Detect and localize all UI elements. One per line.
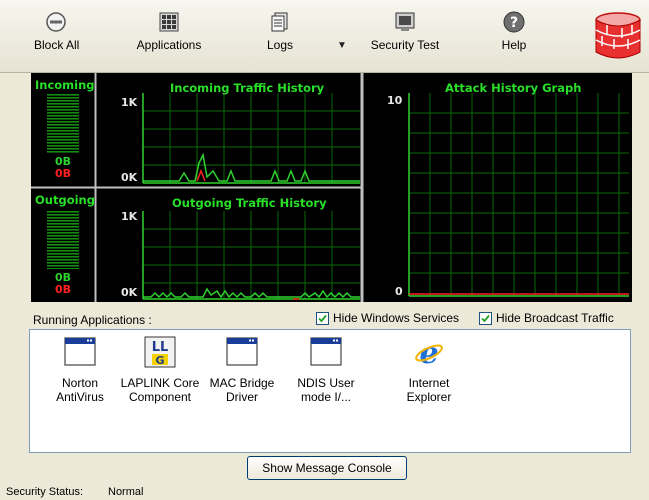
checkbox-checked-icon[interactable] (316, 311, 329, 325)
block-all-icon (46, 12, 66, 32)
svg-text:?: ? (510, 15, 518, 31)
app-name-line1: NDIS User (297, 376, 355, 390)
show-message-console-button[interactable]: Show Message Console (247, 456, 407, 480)
security-test-button[interactable]: Security Test (365, 10, 445, 66)
hide-windows-services-label: Hide Windows Services (333, 311, 460, 325)
app-item-internet-explorer[interactable]: e Internet Explorer (389, 336, 469, 404)
running-applications-label: Running Applications : (33, 313, 152, 327)
incoming-meter-bars (47, 93, 79, 153)
laplink-icon: LL G (144, 336, 176, 368)
security-status-label: Security Status: (6, 486, 84, 498)
help-icon: ? (503, 11, 525, 33)
app-name-line2: Driver (226, 390, 258, 404)
applications-icon (159, 12, 179, 32)
app-name-line1: Internet (408, 376, 450, 390)
traffic-monitor-panel: Incoming 0B 0B Outgoing 0B 0B Incoming T… (31, 73, 632, 302)
logs-icon (271, 12, 288, 32)
outgoing-graph-title: Outgoing Traffic History (172, 196, 327, 210)
app-item-mac-bridge-driver[interactable]: MAC Bridge Driver (202, 336, 282, 404)
incoming-graph-title: Incoming Traffic History (170, 81, 325, 95)
app-name-line2: AntiVirus (56, 390, 104, 404)
hide-broadcast-traffic-checkbox[interactable]: Hide Broadcast Traffic (479, 311, 614, 325)
window-icon (64, 337, 96, 366)
outgoing-meter-bars (47, 211, 79, 269)
firewall-logo-icon (595, 12, 641, 59)
app-item-ndis-user-mode[interactable]: NDIS User mode I/... (286, 336, 366, 404)
checkbox-checked-icon[interactable] (479, 311, 492, 325)
incoming-meter-label: Incoming (35, 78, 95, 92)
incoming-axis-max: 1K (121, 96, 138, 109)
app-name-line2: Explorer (406, 390, 452, 404)
app-item-norton-antivirus[interactable]: Norton AntiVirus (40, 336, 120, 404)
app-name-line1: Norton (61, 376, 99, 390)
outgoing-meter-label: Outgoing (35, 193, 95, 207)
app-name-line1: LAPLINK Core (120, 376, 200, 390)
help-button[interactable]: ? Help (499, 10, 529, 66)
incoming-axis-min: 0K (121, 171, 138, 184)
outgoing-graph-grid (142, 211, 360, 299)
internet-explorer-icon: e (415, 336, 443, 368)
block-all-button[interactable]: Block All (34, 10, 80, 66)
security-status-value: Normal (108, 486, 144, 498)
toolbar: Block All Applications Logs ▼ Security T… (0, 0, 649, 73)
svg-text:G: G (155, 354, 164, 367)
attack-axis-min: 0 (395, 285, 403, 298)
window-icon (310, 337, 342, 366)
outgoing-axis-min: 0K (121, 286, 138, 299)
attack-graph-grid (408, 93, 629, 296)
logs-label: Logs (266, 38, 294, 52)
block-all-label: Block All (34, 38, 80, 52)
app-name-line2: mode I/... (300, 390, 352, 404)
app-name-line1: MAC Bridge (209, 376, 275, 390)
applications-label: Applications (136, 38, 202, 52)
attack-axis-max: 10 (387, 94, 403, 107)
outgoing-axis-max: 1K (121, 210, 138, 223)
running-applications-list[interactable]: Norton AntiVirus LL G LAPLINK Core Compo… (29, 329, 631, 453)
attack-graph-title: Attack History Graph (445, 81, 582, 95)
svg-text:LL: LL (152, 340, 169, 355)
security-test-icon (395, 12, 415, 31)
help-label: Help (501, 38, 527, 52)
status-bar: Security Status: Normal (0, 484, 649, 500)
app-item-laplink-core[interactable]: LL G LAPLINK Core Component (120, 336, 200, 404)
incoming-value-red: 0B (54, 167, 72, 180)
window-icon (226, 337, 258, 366)
hide-broadcast-traffic-label: Hide Broadcast Traffic (496, 311, 614, 325)
logs-dropdown-icon[interactable]: ▼ (337, 40, 347, 51)
logs-button[interactable]: Logs (264, 10, 296, 66)
security-test-label: Security Test (370, 38, 440, 52)
incoming-graph-grid (142, 93, 360, 183)
app-name-line2: Component (128, 390, 192, 404)
attack-graph-axes (408, 93, 629, 297)
incoming-blocked-line (196, 168, 206, 182)
outgoing-value-red: 0B (54, 283, 72, 296)
hide-windows-services-checkbox[interactable]: Hide Windows Services (316, 311, 459, 325)
applications-button[interactable]: Applications (133, 10, 205, 66)
